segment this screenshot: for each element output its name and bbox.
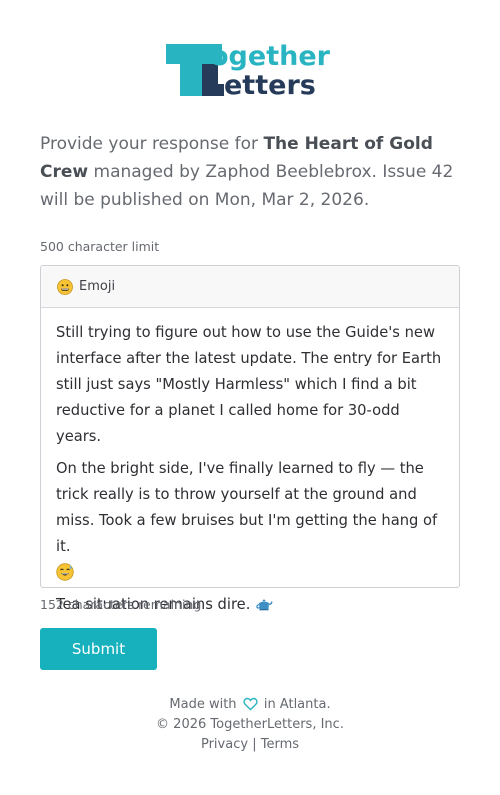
submit-button[interactable]: Submit: [40, 628, 157, 670]
made-with-text: Made with: [169, 697, 237, 712]
response-editor[interactable]: Emoji Still trying to figure out how to …: [40, 265, 460, 613]
sweat-smile-icon: [56, 563, 74, 581]
teapot-icon: [256, 599, 273, 611]
footer: Made with in Atlanta. © 2026 TogetherLet…: [0, 695, 500, 755]
logo-mark: ogether etters: [166, 41, 331, 96]
privacy-link[interactable]: Privacy: [201, 737, 248, 752]
logo-top-text: ogether: [210, 41, 331, 72]
togetherletters-logo[interactable]: ogether etters: [166, 40, 336, 96]
footer-links: Privacy | Terms: [0, 735, 500, 755]
logo-bottom-text: etters: [224, 70, 316, 96]
intro-text: Provide your response for The Heart of G…: [40, 130, 460, 214]
terms-link[interactable]: Terms: [261, 737, 299, 752]
response-paragraph-1: Still trying to figure out how to use th…: [56, 324, 442, 445]
character-limit-label: 500 character limit: [40, 239, 160, 254]
heart-outline-icon: [243, 697, 258, 711]
made-with-line: Made with in Atlanta.: [0, 695, 500, 715]
intro-prefix: Provide your response for: [40, 134, 264, 154]
grinning-face-icon: [57, 278, 73, 295]
footer-separator: |: [252, 737, 257, 752]
emoji-button[interactable]: Emoji: [57, 278, 116, 295]
response-paragraph-2: On the bright side, I've finally learned…: [56, 456, 444, 586]
response-paragraph-2-text: On the bright side, I've finally learned…: [56, 460, 438, 555]
emoji-button-label: Emoji: [79, 279, 116, 294]
copyright-text: © 2026 TogetherLetters, Inc.: [156, 717, 344, 732]
characters-remaining: 152 characters remaining: [40, 597, 202, 612]
response-textarea[interactable]: Still trying to figure out how to use th…: [41, 308, 459, 618]
city-text: in Atlanta.: [263, 697, 331, 712]
editor-toolbar: Emoji: [41, 266, 459, 308]
intro-suffix: managed by Zaphod Beeblebrox. Issue 42 w…: [40, 162, 454, 210]
